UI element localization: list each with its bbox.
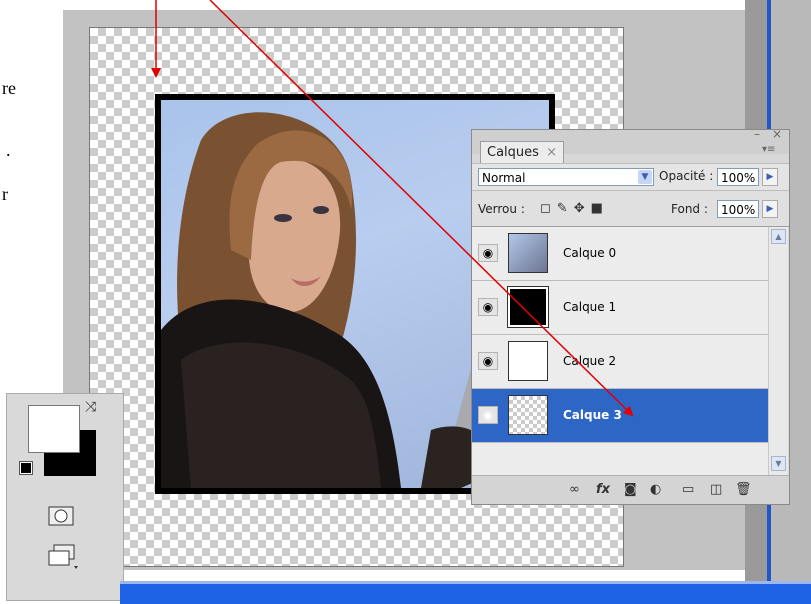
annotation-arrow-diagonal	[209, 0, 634, 417]
annotation-arrows	[151, 0, 634, 417]
